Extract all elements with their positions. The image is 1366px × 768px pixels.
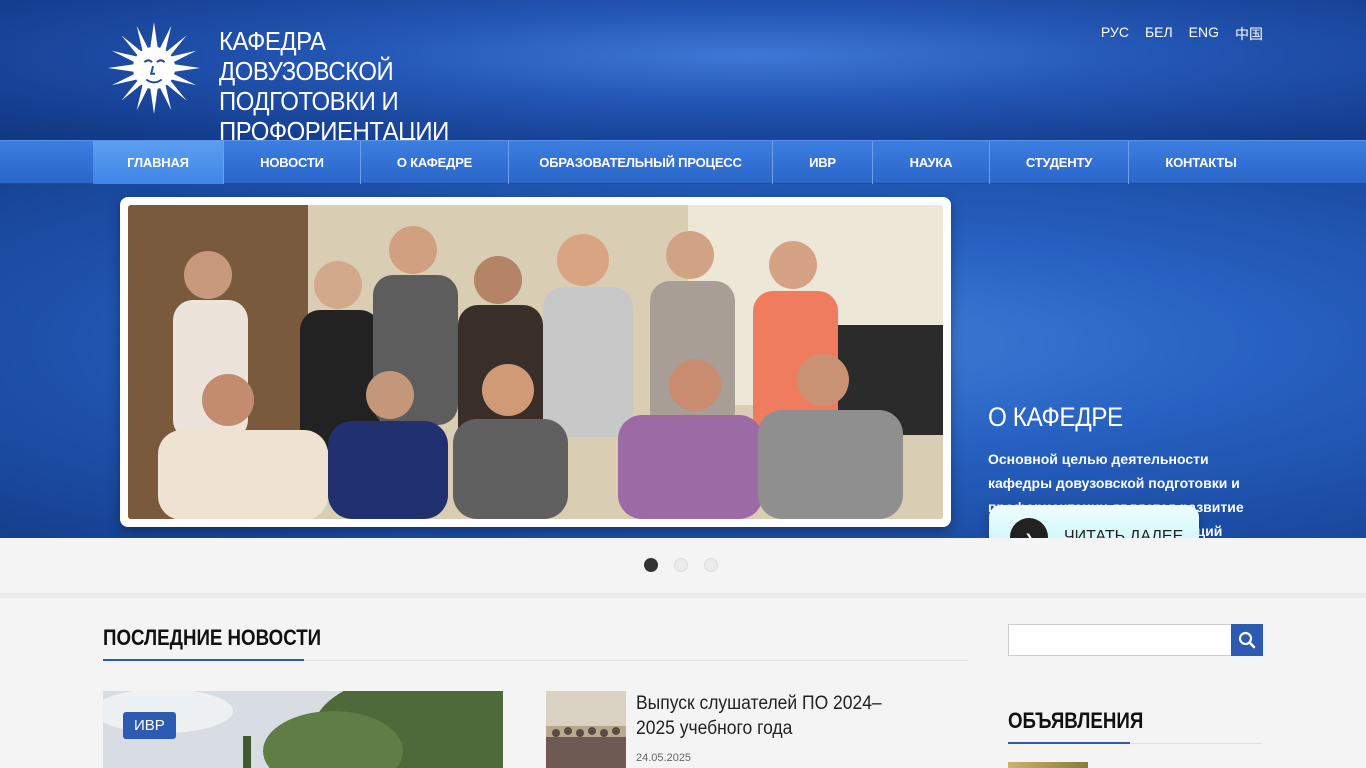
slide-photo[interactable]	[128, 205, 943, 519]
search-form	[1008, 624, 1263, 656]
announcement-thumbnail[interactable]	[1008, 762, 1088, 768]
nav-item-science[interactable]: НАУКА	[873, 141, 990, 184]
group-photo-image	[128, 205, 943, 519]
slide-frame	[120, 197, 951, 527]
lang-ru[interactable]: РУС	[1101, 24, 1129, 44]
slider-pagination-band	[0, 538, 1366, 598]
lang-en[interactable]: ENG	[1189, 24, 1219, 44]
nav-item-student[interactable]: СТУДЕНТУ	[990, 141, 1129, 184]
lang-zh[interactable]: 中国	[1235, 24, 1263, 44]
sun-logo-icon[interactable]	[106, 18, 202, 118]
news-item-date: 24.05.2025	[636, 752, 692, 764]
announcements-title: ОБЪЯВЛЕНИЯ	[1008, 708, 1144, 733]
news-thumbnail[interactable]	[546, 691, 626, 768]
main-nav: ГЛАВНАЯ НОВОСТИ О КАФЕДРЕ ОБРАЗОВАТЕЛЬНЫ…	[0, 140, 1366, 184]
hero-heading[interactable]: О КАФЕДРЕ	[988, 402, 1231, 433]
news-item-title[interactable]: Выпуск слушателей ПО 2024–2025 учебного …	[636, 691, 912, 741]
search-button[interactable]	[1231, 624, 1263, 656]
slider-dot-3[interactable]	[704, 558, 718, 572]
latest-news-title: ПОСЛЕДНИЕ НОВОСТИ	[103, 625, 322, 650]
nav-item-news[interactable]: НОВОСТИ	[224, 141, 361, 184]
lang-be[interactable]: БЕЛ	[1145, 24, 1173, 44]
slider-dot-2[interactable]	[674, 558, 688, 572]
site-title-line: ПОДГОТОВКИ И	[219, 86, 399, 116]
search-icon	[1238, 631, 1256, 649]
site-title[interactable]: КАФЕДРА ДОВУЗОВСКОЙ ПОДГОТОВКИ И ПРОФОРИ…	[219, 26, 495, 146]
nav-item-education[interactable]: ОБРАЗОВАТЕЛЬНЫЙ ПРОЦЕСС	[509, 141, 773, 184]
hero-slider: О КАФЕДРЕ Основной целью деятельности ка…	[0, 184, 1366, 587]
nav-item-home[interactable]: ГЛАВНАЯ	[93, 141, 224, 184]
nav-item-ivr[interactable]: ИВР	[773, 141, 873, 184]
search-input[interactable]	[1008, 624, 1231, 656]
announcements-underline	[1008, 742, 1130, 744]
section-underline	[103, 659, 304, 661]
category-tag[interactable]: ИВР	[123, 712, 176, 739]
nav-item-contacts[interactable]: КОНТАКТЫ	[1129, 141, 1273, 184]
nav-item-about[interactable]: О КАФЕДРЕ	[361, 141, 509, 184]
language-switcher: РУС БЕЛ ENG 中国	[1101, 24, 1263, 44]
site-title-line: КАФЕДРА ДОВУЗОВСКОЙ	[219, 26, 394, 86]
news-thumbnail-photo	[546, 691, 626, 768]
site-header: КАФЕДРА ДОВУЗОВСКОЙ ПОДГОТОВКИ И ПРОФОРИ…	[0, 0, 1366, 146]
main-content: ПОСЛЕДНИЕ НОВОСТИ ИВР Выпуск слушателей …	[0, 603, 1366, 768]
featured-news-image[interactable]: ИВР	[103, 691, 503, 768]
slider-dots	[644, 558, 718, 572]
slider-dot-1[interactable]	[644, 558, 658, 572]
